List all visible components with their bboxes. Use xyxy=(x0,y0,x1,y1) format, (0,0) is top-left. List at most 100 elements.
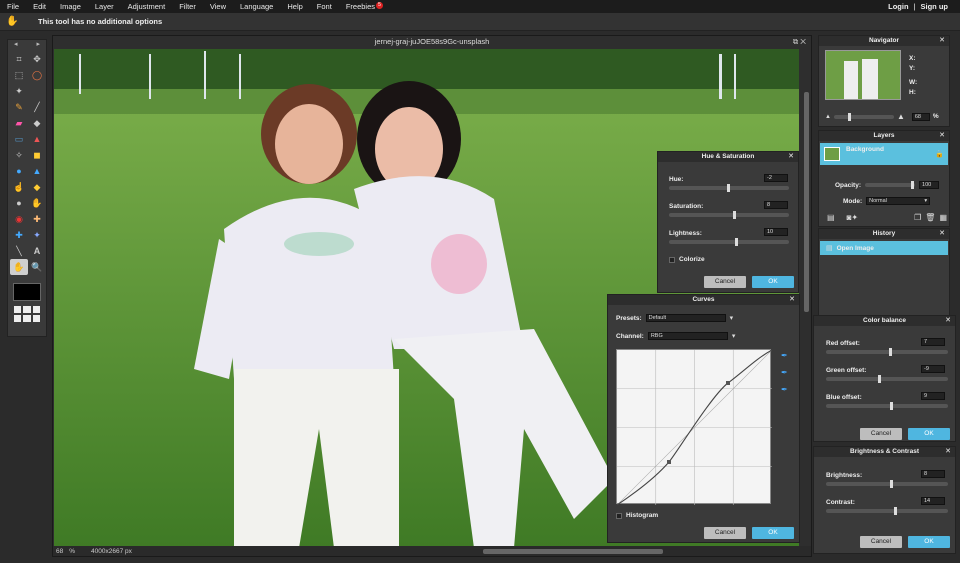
brightness-slider[interactable] xyxy=(826,480,948,488)
hue-saturation-cancel-button[interactable]: Cancel xyxy=(704,276,746,288)
bucket-tool-icon[interactable]: ◆ xyxy=(28,115,46,131)
gradient-tool-icon[interactable]: ▭ xyxy=(10,131,28,147)
brightness-contrast-ok-button[interactable]: OK xyxy=(908,536,950,548)
menu-edit[interactable]: Edit xyxy=(26,2,53,11)
red-eye-tool-icon[interactable]: ◉ xyxy=(10,211,28,227)
menu-filter[interactable]: Filter xyxy=(172,2,203,11)
close-icon[interactable]: ✕ xyxy=(945,316,951,326)
zoom-value[interactable]: 68 xyxy=(56,548,63,555)
layer-settings-icon[interactable]: ▤ xyxy=(827,213,835,222)
curves-graph[interactable] xyxy=(616,349,773,506)
menu-language[interactable]: Language xyxy=(233,2,280,11)
toolbox-collapse-right-icon[interactable]: ▸ xyxy=(36,40,40,49)
menu-font[interactable]: Font xyxy=(310,2,339,11)
lasso-tool-icon[interactable]: ◯ xyxy=(28,67,46,83)
eraser-tool-icon[interactable]: ▰ xyxy=(10,115,28,131)
close-icon[interactable]: ✕ xyxy=(939,36,945,46)
lightness-slider[interactable] xyxy=(669,238,789,246)
color-balance-ok-button[interactable]: OK xyxy=(908,428,950,440)
hue-saturation-ok-button[interactable]: OK xyxy=(752,276,794,288)
curve-point-high[interactable] xyxy=(726,381,730,385)
burn-tool-icon[interactable]: ✋ xyxy=(28,195,46,211)
blue-offset-slider[interactable] xyxy=(826,402,948,410)
stamp-tool-icon[interactable]: ▲ xyxy=(28,131,46,147)
picker-tool-icon[interactable]: ╲ xyxy=(10,243,28,259)
spot-heal-tool-icon[interactable]: ✚ xyxy=(28,211,46,227)
saturation-slider[interactable] xyxy=(669,211,789,219)
close-icon[interactable]: ✕ xyxy=(789,295,795,305)
crop-tool-icon[interactable]: ⌗ xyxy=(10,51,28,67)
drawing-tool-icon[interactable]: ◼ xyxy=(28,147,46,163)
brush-tool-icon[interactable]: ╱ xyxy=(28,99,46,115)
blue-offset-input[interactable]: 9 xyxy=(921,392,945,400)
zoom-out-icon[interactable]: ▲ xyxy=(825,114,831,120)
layer-options-icon[interactable]: ▦ xyxy=(939,213,947,222)
hue-slider[interactable] xyxy=(669,184,789,192)
nav-zoom-input[interactable]: 68 xyxy=(911,112,930,121)
green-offset-input[interactable]: -9 xyxy=(921,365,945,373)
pinch-tool-icon[interactable]: ✦ xyxy=(28,227,46,243)
bloat-tool-icon[interactable]: ✚ xyxy=(10,227,28,243)
color-balance-cancel-button[interactable]: Cancel xyxy=(860,428,902,440)
menu-help[interactable]: Help xyxy=(280,2,309,11)
contrast-input[interactable]: 14 xyxy=(921,497,945,505)
colorize-checkbox[interactable] xyxy=(669,256,675,263)
color-replace-tool-icon[interactable]: ✧ xyxy=(10,147,28,163)
histogram-checkbox[interactable] xyxy=(616,512,622,519)
saturation-input[interactable]: 8 xyxy=(764,201,788,209)
menu-freebies[interactable]: Freebies 5 xyxy=(339,2,390,11)
contrast-slider[interactable] xyxy=(826,507,948,515)
menu-layer[interactable]: Layer xyxy=(88,2,121,11)
lightness-input[interactable]: 10 xyxy=(764,228,788,236)
menu-view[interactable]: View xyxy=(203,2,233,11)
close-icon[interactable]: ✕ xyxy=(939,131,945,141)
hand-tool-icon[interactable]: ✋ xyxy=(10,259,28,275)
opacity-slider[interactable] xyxy=(865,181,916,189)
nav-zoom-slider[interactable] xyxy=(833,112,894,121)
move-tool-icon[interactable]: ✥ xyxy=(28,51,46,67)
green-offset-slider[interactable] xyxy=(826,375,948,383)
brightness-contrast-cancel-button[interactable]: Cancel xyxy=(860,536,902,548)
color-swatch[interactable] xyxy=(13,283,41,301)
menu-image[interactable]: Image xyxy=(53,2,88,11)
channel-select[interactable]: RBG xyxy=(647,332,728,340)
curves-cancel-button[interactable]: Cancel xyxy=(704,527,746,539)
sharpen-tool-icon[interactable]: ▲ xyxy=(28,163,46,179)
signup-link[interactable]: Sign up xyxy=(921,2,949,11)
delete-layer-icon[interactable]: 🗑 xyxy=(925,213,935,222)
presets-select[interactable]: Default xyxy=(645,314,726,322)
close-icon[interactable]: ✕ xyxy=(788,152,794,162)
sponge-tool-icon[interactable]: ◆ xyxy=(28,179,46,195)
red-offset-input[interactable]: 7 xyxy=(921,338,945,346)
gray-point-eyedropper-icon[interactable]: ✒ xyxy=(781,368,788,377)
close-icon[interactable]: ✕ xyxy=(945,447,951,457)
curves-ok-button[interactable]: OK xyxy=(752,527,794,539)
curve-point-low[interactable] xyxy=(667,460,671,464)
grid-icon[interactable] xyxy=(14,306,40,322)
layer-effects-icon[interactable]: ✦ xyxy=(851,213,858,222)
login-link[interactable]: Login xyxy=(888,2,908,11)
close-icon[interactable]: ✕ xyxy=(800,37,806,46)
black-point-eyedropper-icon[interactable]: ✒ xyxy=(781,351,788,360)
red-offset-slider[interactable] xyxy=(826,348,948,356)
pencil-tool-icon[interactable]: ✎ xyxy=(10,99,28,115)
magic-wand-tool-icon[interactable]: ✦ xyxy=(10,83,28,99)
zoom-in-icon[interactable]: ▲ xyxy=(897,112,905,121)
horizontal-scrollbar[interactable] xyxy=(483,549,663,554)
maximize-icon[interactable]: ⧉ xyxy=(793,37,798,46)
new-layer-icon[interactable]: ❐ xyxy=(914,213,921,222)
navigator-thumbnail[interactable] xyxy=(825,50,901,100)
mode-select[interactable]: Normal ▾ xyxy=(866,197,931,205)
smudge-tool-icon[interactable]: ☝ xyxy=(10,179,28,195)
opacity-input[interactable]: 100 xyxy=(919,181,940,189)
white-point-eyedropper-icon[interactable]: ✒ xyxy=(781,385,788,394)
dodge-tool-icon[interactable]: ● xyxy=(10,195,28,211)
history-item[interactable]: ▤ Open Image xyxy=(820,241,948,255)
marquee-tool-icon[interactable]: ⬚ xyxy=(10,67,28,83)
menu-file[interactable]: File xyxy=(0,2,26,11)
close-icon[interactable]: ✕ xyxy=(939,229,945,239)
blur-tool-icon[interactable]: ● xyxy=(10,163,28,179)
layer-item-background[interactable]: Background 🔒 xyxy=(820,143,948,165)
brightness-input[interactable]: 8 xyxy=(921,470,945,478)
zoom-tool-icon[interactable]: 🔍 xyxy=(28,259,46,275)
